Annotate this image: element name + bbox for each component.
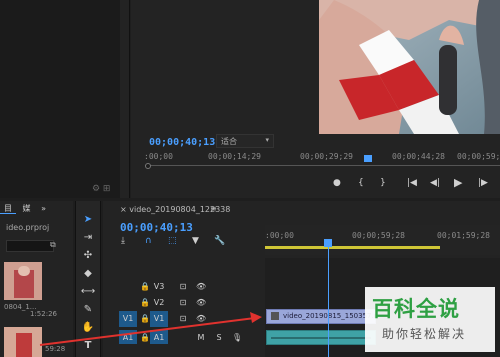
watermark-subtitle: 助你轻松解决 [382, 327, 467, 341]
watermark-title: 百科全说 [372, 297, 460, 321]
